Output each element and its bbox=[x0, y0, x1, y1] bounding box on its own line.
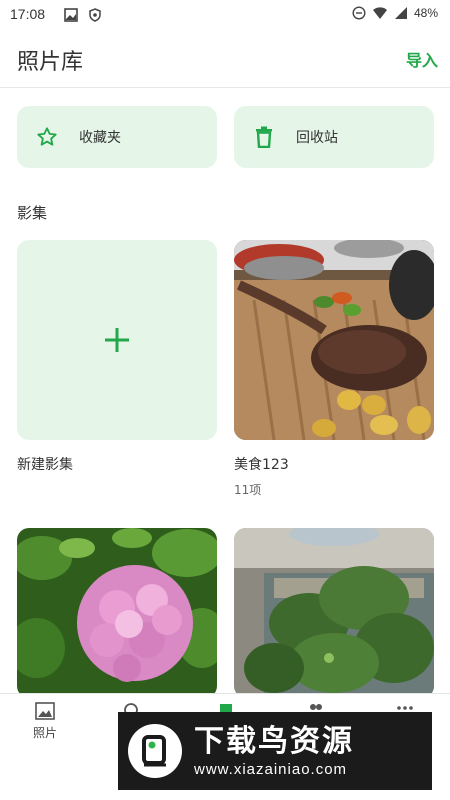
albums-section-title: 影集 bbox=[17, 204, 48, 222]
status-time: 17:08 bbox=[10, 6, 46, 22]
album-cover-flower[interactable] bbox=[17, 528, 217, 698]
food-photo bbox=[234, 240, 434, 440]
watermark-url: www.xiazainiao.com bbox=[194, 760, 348, 778]
new-album-label: 新建影集 bbox=[17, 457, 73, 473]
trash-label: 回收站 bbox=[296, 130, 338, 146]
nav-item-photos[interactable]: 照片 bbox=[15, 702, 75, 741]
app-bar: 照片库 导入 bbox=[0, 30, 450, 88]
album-name-food: 美食123 bbox=[234, 457, 289, 473]
watermark-title: 下载鸟资源 bbox=[194, 723, 354, 759]
status-bar: 17:08 48% bbox=[0, 0, 450, 30]
favorites-card[interactable]: 收藏夹 bbox=[17, 106, 217, 168]
wifi-icon bbox=[372, 7, 387, 19]
plant-photo bbox=[234, 528, 434, 698]
battery-percent: 48% bbox=[413, 6, 438, 20]
import-button[interactable]: 导入 bbox=[406, 47, 438, 71]
gallery-notification-icon bbox=[64, 8, 78, 22]
page-title: 照片库 bbox=[17, 50, 84, 75]
shield-icon bbox=[89, 8, 101, 22]
favorites-label: 收藏夹 bbox=[79, 130, 121, 146]
photo-icon bbox=[35, 702, 55, 720]
album-cover-plant[interactable] bbox=[234, 528, 434, 698]
watermark-banner: 下载鸟资源 www.xiazainiao.com bbox=[118, 712, 432, 790]
signal-icon bbox=[394, 7, 407, 19]
nav-label-photos: 照片 bbox=[32, 726, 57, 740]
album-cover-food[interactable] bbox=[234, 240, 434, 440]
album-count-food: 11项 bbox=[234, 483, 262, 497]
plus-icon bbox=[105, 328, 129, 352]
do-not-disturb-icon bbox=[352, 6, 366, 20]
trash-card[interactable]: 回收站 bbox=[234, 106, 434, 168]
star-icon bbox=[35, 125, 59, 149]
flower-photo bbox=[17, 528, 217, 698]
bird-logo-icon bbox=[128, 724, 182, 778]
trash-icon bbox=[252, 125, 276, 149]
new-album-tile[interactable] bbox=[17, 240, 217, 440]
